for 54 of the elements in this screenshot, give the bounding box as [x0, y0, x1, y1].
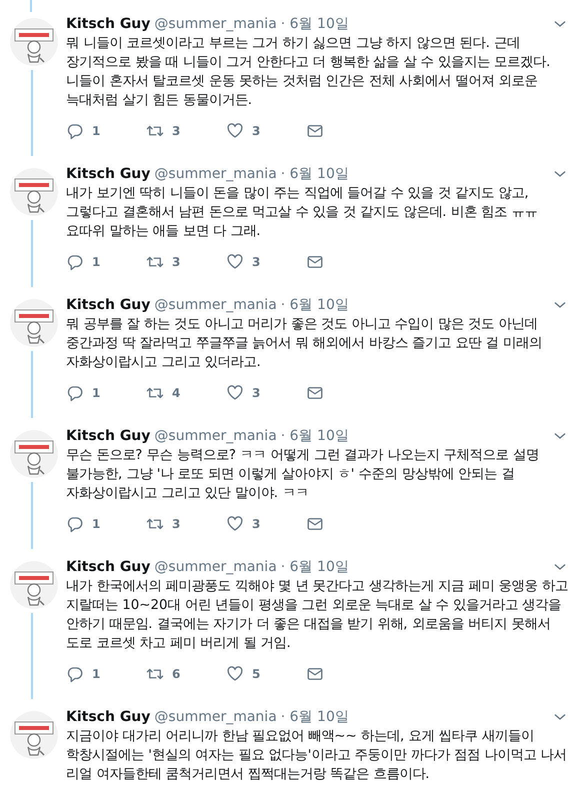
reply-icon[interactable]: [66, 253, 84, 271]
envelope-icon[interactable]: [306, 384, 324, 402]
tweet-date[interactable]: · 6월 10일: [280, 707, 349, 727]
like-count: 3: [252, 516, 260, 533]
heart-icon[interactable]: [226, 122, 244, 140]
heart-icon[interactable]: [226, 253, 244, 271]
retweet-count: 6: [172, 666, 180, 683]
tweet-date[interactable]: · 6월 10일: [280, 426, 349, 446]
like-count: 3: [252, 254, 260, 271]
reply-icon[interactable]: [66, 122, 84, 140]
tweet-text: 지금이야 대가리 어리니까 한남 필요없어 빼액~~ 하는데, 요게 씹타쿠 새끼들이 학창시절에는 '현실의 여자는 필요 없다능'이라고 주둥이만 까다가 점점 나이먹고 나서 리얼 여자들한테 쿰척거리면서 찝쩍대는거랑 똑같은 흐름이다.: [66, 728, 568, 784]
user-handle[interactable]: @summer_mania: [154, 14, 277, 34]
like-count: 5: [252, 666, 260, 683]
user-name[interactable]: Kitsch Guy: [66, 295, 150, 315]
user-name[interactable]: Kitsch Guy: [66, 426, 150, 446]
like-count: 3: [252, 385, 260, 402]
tweet-text: 무슨 돈으로? 무슨 능력으로? ㅋㅋ 어떻게 그런 결과가 나오는지 구체적으로 설명 불가능한, 그냥 '나 로또 되면 이렇게 살아야지 ㅎ' 수준의 망상밖에 안되는 걸 자화상이랍시고 그리고 있단 말이야. ㅋㅋ: [66, 447, 540, 503]
user-handle[interactable]: @summer_mania: [154, 557, 277, 577]
reply-count: 1: [92, 385, 100, 402]
tweet-text: 뭐 공부를 잘 하는 것도 아니고 머리가 좋은 것도 아니고 수입이 많은 것도 아닌데 중간과정 딱 잘라먹고 쭈글쭈글 늙어서 뭐 해외에서 바캉스 즐기고 요딴 걸 미래의 자화상이랍시고 그리고 있더라고.: [66, 316, 543, 372]
reply-icon[interactable]: [66, 665, 84, 683]
tweet-text: 뭐 니들이 코르셋이라고 부르는 그거 하기 싫으면 그냥 하지 않으면 된다. 근데 장기적으로 봤을 때 니들이 그거 안한다고 더 행복한 삶을 살 수 있을지는 모르겠다. 니들이 혼자서 탈코르셋 운동 못하는 것처럼 인간은 전체 사회에서 떨어져 외로운 늑대처럼 살기 힘든 동물이거든.: [66, 35, 552, 110]
tweet-date[interactable]: · 6월 10일: [280, 557, 349, 577]
retweet-count: 4: [172, 385, 180, 402]
user-handle[interactable]: @summer_mania: [154, 164, 277, 184]
tweet-date[interactable]: · 6월 10일: [280, 164, 349, 184]
retweet-count: 3: [172, 123, 180, 140]
reply-count: 1: [92, 254, 100, 271]
reply-icon[interactable]: [66, 515, 84, 533]
heart-icon[interactable]: [226, 515, 244, 533]
envelope-icon[interactable]: [306, 665, 324, 683]
retweet-count: 3: [172, 516, 180, 533]
reply-icon[interactable]: [66, 384, 84, 402]
tweet-text: 내가 보기엔 딱히 니들이 돈을 많이 주는 직업에 들어갈 수 있을 것 같지도 않고, 그렇다고 결혼해서 남편 돈으로 먹고살 수 있을 것 같지도 않은데. 비혼 힘조 ㅠㅠ 요따위 말하는 애들 보면 다 그래.: [66, 185, 538, 241]
tweet-date[interactable]: · 6월 10일: [280, 295, 349, 315]
reply-count: 1: [92, 123, 100, 140]
user-name[interactable]: Kitsch Guy: [66, 557, 150, 577]
user-handle[interactable]: @summer_mania: [154, 295, 277, 315]
reply-count: 1: [92, 516, 100, 533]
envelope-icon[interactable]: [306, 122, 324, 140]
user-handle[interactable]: @summer_mania: [154, 426, 277, 446]
heart-icon[interactable]: [226, 665, 244, 683]
tweet-text: 내가 한국에서의 페미광풍도 끽해야 몇 년 못간다고 생각하는게 지금 페미 웅앵웅 하고 지랄떠는 10~20대 어린 년들이 평생을 그런 외로운 늑대로 살 수 있을거라고 생각을 안하기 때문임. 결국에는 자기가 더 좋은 대접을 받기 위해, 외로움을 버티지 못해서 도로 코르셋 차고 페미 버리게 될 거임.: [66, 578, 568, 653]
user-name[interactable]: Kitsch Guy: [66, 164, 150, 184]
heart-icon[interactable]: [226, 384, 244, 402]
user-handle[interactable]: @summer_mania: [154, 707, 277, 727]
user-name[interactable]: Kitsch Guy: [66, 707, 150, 727]
like-count: 3: [252, 123, 260, 140]
user-name[interactable]: Kitsch Guy: [66, 14, 150, 34]
tweet-date[interactable]: · 6월 10일: [280, 14, 349, 34]
envelope-icon[interactable]: [306, 515, 324, 533]
retweet-count: 3: [172, 254, 180, 271]
envelope-icon[interactable]: [306, 253, 324, 271]
reply-count: 1: [92, 666, 100, 683]
